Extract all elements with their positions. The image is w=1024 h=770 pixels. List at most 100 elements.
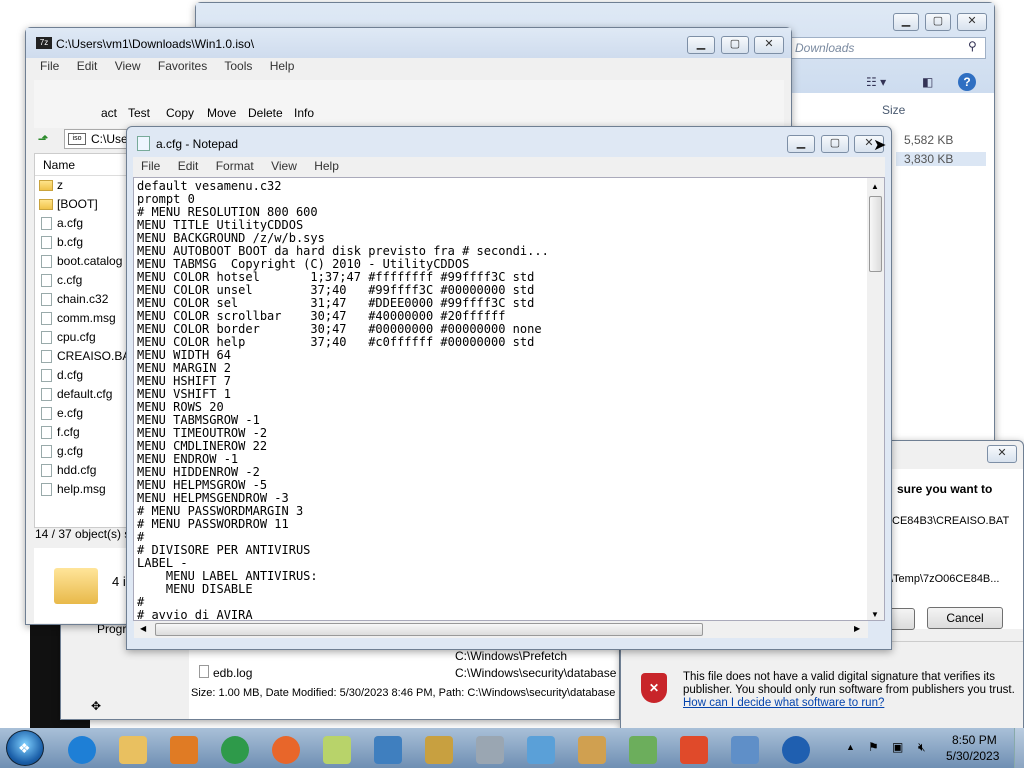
maximize-button[interactable]: ▢ bbox=[821, 135, 849, 153]
list-item[interactable]: hdd.cfg bbox=[35, 461, 133, 480]
taskbar-button[interactable] bbox=[60, 730, 104, 770]
text-editor[interactable]: default vesamenu.c32 prompt 0 # MENU RES… bbox=[133, 177, 885, 621]
list-item[interactable]: z bbox=[35, 176, 133, 195]
list-item[interactable]: comm.msg bbox=[35, 309, 133, 328]
up-folder-icon[interactable]: ⬏ bbox=[38, 132, 48, 146]
taskbar-button[interactable] bbox=[315, 730, 359, 770]
network-icon[interactable]: ▣ bbox=[892, 740, 903, 754]
menu-edit[interactable]: Edit bbox=[77, 59, 98, 73]
test-button[interactable]: Test bbox=[128, 106, 150, 120]
menu-file[interactable]: File bbox=[40, 59, 59, 73]
minimize-button[interactable]: ▁ bbox=[893, 13, 919, 31]
size-column-header[interactable]: Size bbox=[882, 103, 905, 117]
chrome-icon bbox=[221, 736, 249, 764]
list-item[interactable]: c.cfg bbox=[35, 271, 133, 290]
start-button[interactable]: ❖ bbox=[6, 730, 44, 766]
sticky-notes-icon bbox=[323, 736, 351, 764]
copy-button[interactable]: Copy bbox=[166, 106, 194, 120]
flag-icon[interactable]: ⚑ bbox=[868, 740, 879, 754]
close-button[interactable]: ✕ bbox=[987, 445, 1017, 463]
list-item[interactable]: edb.log bbox=[213, 666, 252, 680]
list-item[interactable]: default.cfg bbox=[35, 385, 133, 404]
view-options-icon[interactable]: ☷ ▾ bbox=[866, 75, 886, 89]
vertical-scrollbar[interactable]: ▲ ▼ bbox=[867, 178, 884, 620]
list-item[interactable]: e.cfg bbox=[35, 404, 133, 423]
tray-show-hidden-icon[interactable]: ▲ bbox=[846, 742, 855, 752]
taskbar-button[interactable] bbox=[417, 730, 461, 770]
menu-format[interactable]: Format bbox=[216, 159, 254, 173]
extract-button[interactable]: act bbox=[101, 106, 117, 120]
run-button[interactable] bbox=[889, 608, 915, 630]
cancel-button[interactable]: Cancel bbox=[927, 607, 1003, 629]
move-button[interactable]: Move bbox=[207, 106, 236, 120]
scroll-left-icon[interactable]: ◀ bbox=[140, 624, 146, 633]
taskbar-button[interactable] bbox=[264, 730, 308, 770]
preview-pane-icon[interactable]: ◧ bbox=[922, 75, 933, 89]
name-column-header[interactable]: Name bbox=[35, 154, 133, 176]
maximize-button[interactable]: ▢ bbox=[925, 13, 951, 31]
taskbar-button[interactable] bbox=[621, 730, 665, 770]
menu-help[interactable]: Help bbox=[270, 59, 295, 73]
menu-file[interactable]: File bbox=[141, 159, 160, 173]
taskbar-button[interactable] bbox=[672, 730, 716, 770]
taskbar-button[interactable] bbox=[162, 730, 206, 770]
list-item[interactable]: [BOOT] bbox=[35, 195, 133, 214]
scroll-thumb[interactable] bbox=[155, 623, 703, 636]
list-item[interactable]: cpu.cfg bbox=[35, 328, 133, 347]
list-item[interactable]: b.cfg bbox=[35, 233, 133, 252]
menu-tools[interactable]: Tools bbox=[224, 59, 252, 73]
taskbar-button[interactable] bbox=[519, 730, 563, 770]
list-item[interactable]: CREAISO.BAT bbox=[35, 347, 133, 366]
move-handle-icon[interactable]: ✥ bbox=[91, 699, 101, 713]
list-item[interactable]: chain.c32 bbox=[35, 290, 133, 309]
menu-help[interactable]: Help bbox=[314, 159, 339, 173]
help-icon[interactable]: ? bbox=[958, 73, 976, 91]
list-item[interactable]: help.msg bbox=[35, 480, 133, 499]
taskbar-button[interactable] bbox=[468, 730, 512, 770]
scroll-thumb[interactable] bbox=[869, 196, 882, 272]
minimize-button[interactable]: ▁ bbox=[787, 135, 815, 153]
show-desktop-button[interactable] bbox=[1014, 728, 1024, 768]
search-icon[interactable]: ⚲ bbox=[968, 39, 977, 53]
scroll-down-icon[interactable]: ▼ bbox=[871, 610, 879, 619]
keys-icon bbox=[425, 736, 453, 764]
menu-favorites[interactable]: Favorites bbox=[158, 59, 207, 73]
clock-date[interactable]: 5/30/2023 bbox=[946, 749, 999, 763]
help-link[interactable]: How can I decide what software to run? bbox=[683, 697, 884, 709]
editor-content[interactable]: default vesamenu.c32 prompt 0 # MENU RES… bbox=[137, 180, 549, 621]
shield-warning-icon: ✕ bbox=[641, 673, 667, 703]
file-icon bbox=[41, 445, 52, 458]
list-item[interactable]: f.cfg bbox=[35, 423, 133, 442]
file-icon bbox=[41, 255, 52, 268]
taskbar-button[interactable] bbox=[366, 730, 410, 770]
delete-button[interactable]: Delete bbox=[248, 106, 283, 120]
menu-view[interactable]: View bbox=[271, 159, 297, 173]
menu-view[interactable]: View bbox=[115, 59, 141, 73]
file-icon bbox=[41, 407, 52, 420]
list-item[interactable]: g.cfg bbox=[35, 442, 133, 461]
list-item[interactable]: boot.catalog bbox=[35, 252, 133, 271]
maximize-button[interactable]: ▢ bbox=[721, 36, 749, 54]
volume-icon[interactable]: 🔇︎ bbox=[918, 740, 926, 755]
close-button[interactable]: ✕ bbox=[754, 36, 784, 54]
list-item[interactable]: d.cfg bbox=[35, 366, 133, 385]
horizontal-scrollbar[interactable]: ◀ ▶ bbox=[134, 621, 868, 638]
taskbar-button[interactable] bbox=[213, 730, 257, 770]
taskbar-button[interactable] bbox=[570, 730, 614, 770]
taskbar-button[interactable] bbox=[774, 730, 818, 770]
scroll-right-icon[interactable]: ▶ bbox=[854, 624, 860, 633]
notepad-window[interactable]: a.cfg - Notepad ▁ ▢ ✕ ➤ File Edit Format… bbox=[126, 126, 892, 650]
search-input[interactable]: Downloads bbox=[788, 37, 986, 59]
taskbar-button[interactable] bbox=[723, 730, 767, 770]
dialog-question: sure you want to bbox=[897, 482, 993, 496]
close-button[interactable]: ✕ bbox=[957, 13, 987, 31]
scroll-up-icon[interactable]: ▲ bbox=[871, 182, 879, 191]
list-item-label: CREAISO.BAT bbox=[57, 349, 133, 363]
list-item[interactable]: a.cfg bbox=[35, 214, 133, 233]
taskbar-button[interactable] bbox=[111, 730, 155, 770]
minimize-button[interactable]: ▁ bbox=[687, 36, 715, 54]
list-item-label: e.cfg bbox=[57, 406, 84, 420]
menu-edit[interactable]: Edit bbox=[178, 159, 199, 173]
info-button[interactable]: Info bbox=[294, 106, 314, 120]
clock-time[interactable]: 8:50 PM bbox=[952, 733, 997, 747]
